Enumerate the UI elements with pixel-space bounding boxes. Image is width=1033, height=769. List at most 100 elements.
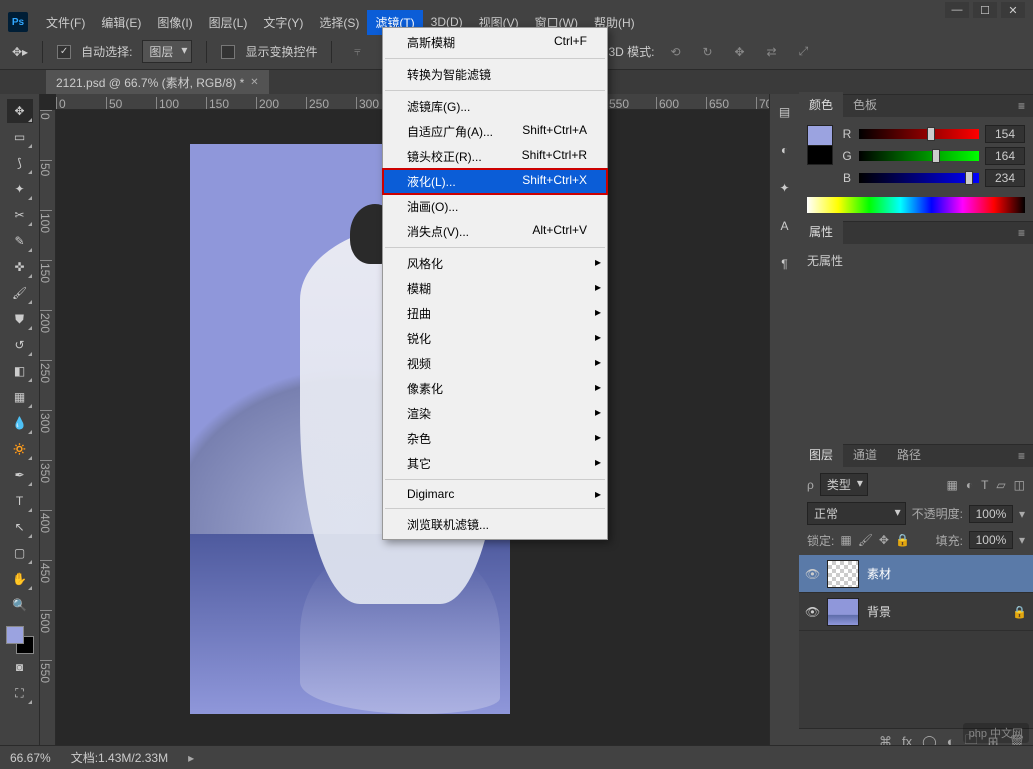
filter-convert-smart[interactable]: 转换为智能滤镜 bbox=[383, 62, 607, 87]
opacity-stepper-icon[interactable]: ▾ bbox=[1019, 507, 1025, 521]
auto-select-checkbox[interactable] bbox=[57, 45, 71, 59]
document-tab-close-icon[interactable]: ✕ bbox=[250, 77, 258, 88]
filter-pixel-icon[interactable]: ▦ bbox=[946, 478, 957, 492]
move-tool[interactable]: ✥ bbox=[7, 99, 33, 123]
align-top-icon[interactable]: ⫧ bbox=[346, 41, 368, 63]
screen-mode-toggle[interactable]: ⛶ bbox=[7, 681, 33, 705]
color-tab[interactable]: 颜色 bbox=[799, 92, 843, 117]
blur-tool[interactable]: 💧 bbox=[7, 411, 33, 435]
brush-tool[interactable]: 🖌 bbox=[7, 281, 33, 305]
filter-oil-paint[interactable]: 油画(O)... bbox=[383, 194, 607, 219]
foreground-color-swatch[interactable] bbox=[6, 626, 24, 644]
filter-liquify[interactable]: 液化(L)... Shift+Ctrl+X bbox=[383, 169, 607, 194]
r-slider[interactable] bbox=[859, 129, 979, 139]
properties-panel-menu-icon[interactable]: ≡ bbox=[1010, 222, 1033, 244]
menu-type[interactable]: 文字(Y) bbox=[255, 10, 311, 35]
layer-thumbnail[interactable] bbox=[827, 598, 859, 626]
color-spectrum[interactable] bbox=[807, 197, 1025, 213]
healing-tool[interactable]: ✜ bbox=[7, 255, 33, 279]
type-tool[interactable]: T bbox=[7, 489, 33, 513]
layer-thumbnail[interactable] bbox=[827, 560, 859, 588]
filter-pixelate[interactable]: 像素化 bbox=[383, 376, 607, 401]
minimize-button[interactable]: — bbox=[945, 2, 969, 18]
filter-render[interactable]: 渲染 bbox=[383, 401, 607, 426]
filter-lens-correction[interactable]: 镜头校正(R)... Shift+Ctrl+R bbox=[383, 144, 607, 169]
filter-gallery[interactable]: 滤镜库(G)... bbox=[383, 94, 607, 119]
3d-roll-icon[interactable]: ↻ bbox=[696, 41, 718, 63]
lasso-tool[interactable]: ⟆ bbox=[7, 151, 33, 175]
r-input[interactable]: 154 bbox=[985, 125, 1025, 143]
filter-shape-icon[interactable]: ▱ bbox=[996, 478, 1005, 492]
zoom-tool[interactable]: 🔍 bbox=[7, 593, 33, 617]
visibility-toggle-icon[interactable]: 👁 bbox=[805, 605, 819, 619]
layers-tab[interactable]: 图层 bbox=[799, 442, 843, 467]
document-size-label[interactable]: 文档:1.43M/2.33M bbox=[71, 749, 168, 766]
paragraph-panel-icon[interactable]: ¶ bbox=[775, 254, 795, 274]
menu-select[interactable]: 选择(S) bbox=[311, 10, 367, 35]
visibility-toggle-icon[interactable]: 👁 bbox=[805, 567, 819, 581]
quick-select-tool[interactable]: ✦ bbox=[7, 177, 33, 201]
menu-file[interactable]: 文件(F) bbox=[38, 10, 93, 35]
pen-tool[interactable]: ✒ bbox=[7, 463, 33, 487]
zoom-level[interactable]: 66.67% bbox=[10, 751, 51, 765]
styles-panel-icon[interactable]: ✦ bbox=[775, 178, 795, 198]
dodge-tool[interactable]: 🔅 bbox=[7, 437, 33, 461]
filter-noise[interactable]: 杂色 bbox=[383, 426, 607, 451]
layer-name[interactable]: 素材 bbox=[867, 565, 891, 582]
lock-transparency-icon[interactable]: ▦ bbox=[840, 533, 851, 547]
properties-tab[interactable]: 属性 bbox=[799, 219, 843, 244]
lock-position-icon[interactable]: ✥ bbox=[879, 533, 889, 547]
filter-digimarc[interactable]: Digimarc bbox=[383, 483, 607, 505]
fill-stepper-icon[interactable]: ▾ bbox=[1019, 533, 1025, 547]
layer-row[interactable]: 👁 素材 bbox=[799, 555, 1033, 593]
menu-edit[interactable]: 编辑(E) bbox=[93, 10, 149, 35]
3d-pan-icon[interactable]: ✥ bbox=[728, 41, 750, 63]
g-input[interactable]: 164 bbox=[985, 147, 1025, 165]
menu-layer[interactable]: 图层(L) bbox=[201, 10, 256, 35]
menu-image[interactable]: 图像(I) bbox=[149, 10, 200, 35]
adjustments-panel-icon[interactable]: ◐ bbox=[775, 140, 795, 160]
eraser-tool[interactable]: ◧ bbox=[7, 359, 33, 383]
color-swatches[interactable] bbox=[6, 626, 34, 654]
fill-input[interactable]: 100% bbox=[969, 531, 1013, 549]
gradient-tool[interactable]: ▦ bbox=[7, 385, 33, 409]
3d-slide-icon[interactable]: ⇄ bbox=[760, 41, 782, 63]
ruler-vertical[interactable]: 050100150200250300350400450500550 bbox=[40, 110, 56, 754]
crop-tool[interactable]: ✂ bbox=[7, 203, 33, 227]
filter-adjust-icon[interactable]: ◐ bbox=[966, 478, 973, 492]
filter-sharpen[interactable]: 锐化 bbox=[383, 326, 607, 351]
maximize-button[interactable]: ☐ bbox=[973, 2, 997, 18]
opacity-input[interactable]: 100% bbox=[969, 505, 1013, 523]
filter-vanishing-point[interactable]: 消失点(V)... Alt+Ctrl+V bbox=[383, 219, 607, 244]
layer-filter-kind-select[interactable]: 类型 bbox=[820, 473, 868, 496]
layer-name[interactable]: 背景 bbox=[867, 603, 891, 620]
filter-last[interactable]: 高斯模糊 Ctrl+F bbox=[383, 30, 607, 55]
filter-browse-online[interactable]: 浏览联机滤镜... bbox=[383, 512, 607, 537]
lock-all-icon[interactable]: 🔒 bbox=[895, 533, 910, 547]
filter-smart-icon[interactable]: ◫ bbox=[1014, 478, 1025, 492]
character-panel-icon[interactable]: A bbox=[775, 216, 795, 236]
swatches-tab[interactable]: 色板 bbox=[843, 92, 887, 117]
document-tab[interactable]: 2121.psd @ 66.7% (素材, RGB/8) * ✕ bbox=[46, 70, 269, 95]
shape-tool[interactable]: ▢ bbox=[7, 541, 33, 565]
hand-tool[interactable]: ✋ bbox=[7, 567, 33, 591]
auto-select-scope-select[interactable]: 图层 bbox=[142, 40, 192, 63]
close-button[interactable]: ✕ bbox=[1001, 2, 1025, 18]
filter-distort[interactable]: 扭曲 bbox=[383, 301, 607, 326]
marquee-tool[interactable]: ▭ bbox=[7, 125, 33, 149]
paths-tab[interactable]: 路径 bbox=[887, 442, 931, 467]
g-slider[interactable] bbox=[859, 151, 979, 161]
stamp-tool[interactable]: ⛊ bbox=[7, 307, 33, 331]
layers-panel-menu-icon[interactable]: ≡ bbox=[1010, 445, 1033, 467]
filter-adaptive-wide[interactable]: 自适应广角(A)... Shift+Ctrl+A bbox=[383, 119, 607, 144]
filter-stylize[interactable]: 风格化 bbox=[383, 251, 607, 276]
color-panel-menu-icon[interactable]: ≡ bbox=[1010, 95, 1033, 117]
color-preview-swatch[interactable] bbox=[807, 125, 833, 165]
filter-type-icon[interactable]: T bbox=[981, 478, 988, 492]
b-slider[interactable] bbox=[859, 173, 979, 183]
quick-mask-toggle[interactable]: ◙ bbox=[7, 655, 33, 679]
channels-tab[interactable]: 通道 bbox=[843, 442, 887, 467]
3d-orbit-icon[interactable]: ⟲ bbox=[664, 41, 686, 63]
filter-blur[interactable]: 模糊 bbox=[383, 276, 607, 301]
layer-row[interactable]: 👁 背景 🔒 bbox=[799, 593, 1033, 631]
